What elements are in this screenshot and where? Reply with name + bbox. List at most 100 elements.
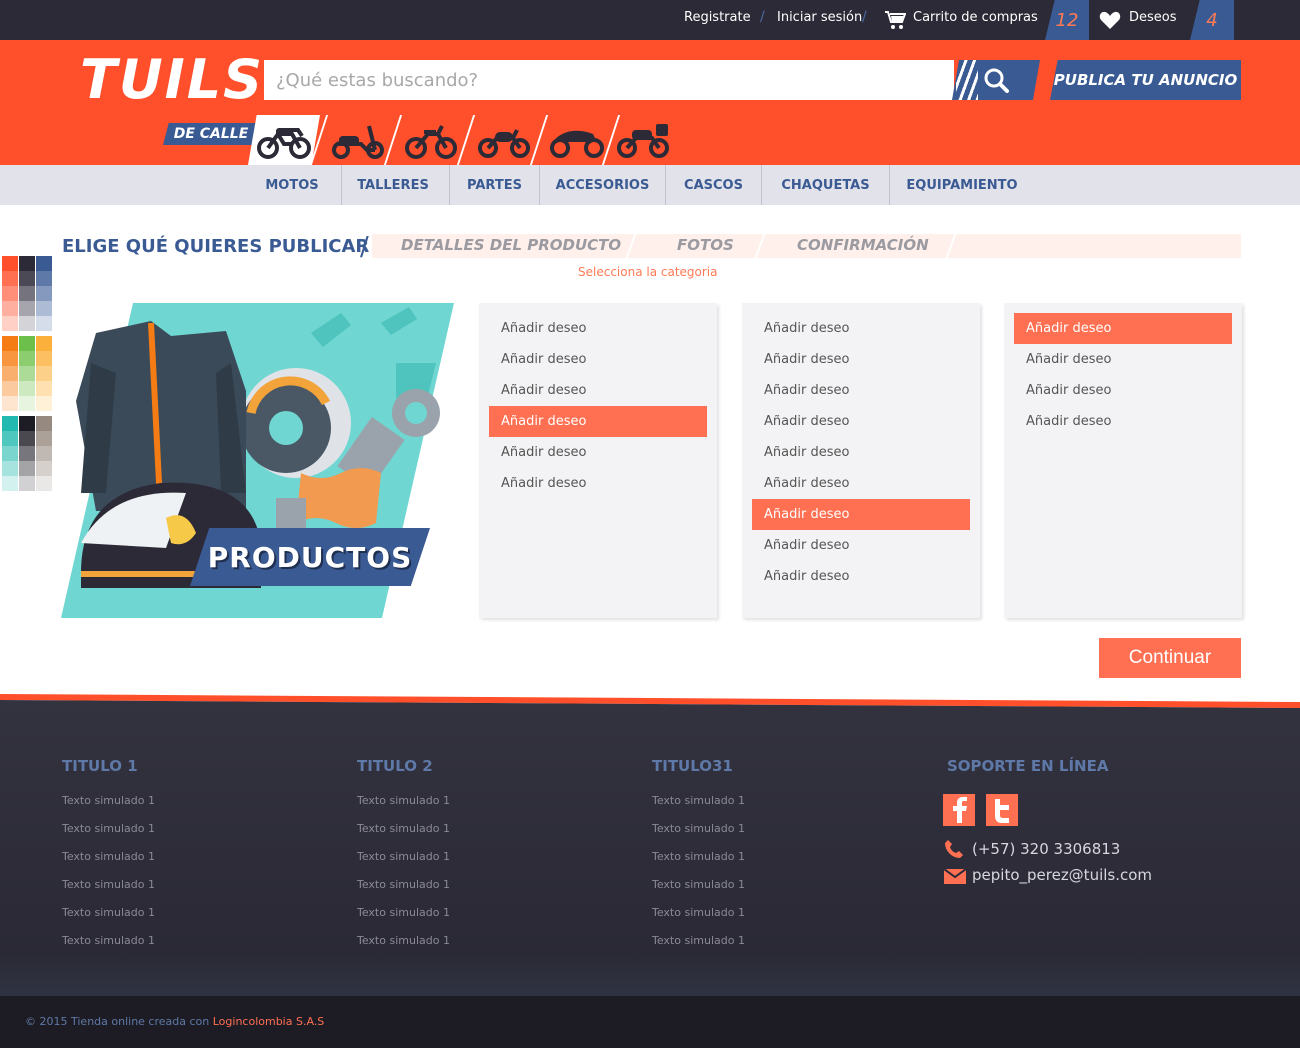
footer-link[interactable]: Texto simulado 1 bbox=[652, 878, 745, 891]
list-item[interactable]: Añadir deseo bbox=[752, 406, 970, 437]
step-product-details: DETALLES DEL PRODUCTO bbox=[401, 236, 622, 254]
list-item[interactable]: Añadir deseo bbox=[752, 313, 970, 344]
footer-link[interactable]: Texto simulado 1 bbox=[652, 906, 745, 919]
swatch bbox=[19, 336, 35, 351]
top-separator: / bbox=[862, 9, 867, 25]
facebook-icon[interactable] bbox=[943, 794, 975, 826]
footer-link[interactable]: Texto simulado 1 bbox=[62, 822, 155, 835]
footer-link[interactable]: Texto simulado 1 bbox=[62, 906, 155, 919]
swatch bbox=[36, 381, 52, 396]
step-hint: Selecciona la categoria bbox=[578, 265, 718, 279]
swatch bbox=[2, 316, 18, 331]
list-item[interactable]: Añadir deseo bbox=[489, 468, 707, 499]
step-confirmation: CONFIRMACIÓN bbox=[797, 236, 929, 254]
swatch bbox=[36, 316, 52, 331]
footer-link[interactable]: Texto simulado 1 bbox=[62, 850, 155, 863]
swatch bbox=[2, 301, 18, 316]
dirt-bike-icon[interactable] bbox=[395, 115, 467, 165]
swatch bbox=[2, 351, 18, 366]
swatch bbox=[19, 286, 35, 301]
list-item-selected[interactable]: Añadir deseo bbox=[489, 406, 707, 437]
list-item[interactable]: Añadir deseo bbox=[752, 344, 970, 375]
swatch bbox=[19, 271, 35, 286]
swatch bbox=[2, 366, 18, 381]
swatch bbox=[19, 446, 35, 461]
step-current: ELIGE QUÉ QUIERES PUBLICAR bbox=[62, 236, 370, 257]
list-item[interactable]: Añadir deseo bbox=[489, 437, 707, 468]
swatch bbox=[19, 381, 35, 396]
swatch bbox=[36, 336, 52, 351]
street-motorcycle-icon[interactable] bbox=[248, 115, 320, 165]
list-item-selected[interactable]: Añadir deseo bbox=[752, 499, 970, 530]
main-nav: MOTOS TALLERES PARTES ACCESORIOS CASCOS … bbox=[0, 165, 1300, 205]
list-item[interactable]: Añadir deseo bbox=[752, 437, 970, 468]
footer-link[interactable]: Texto simulado 1 bbox=[652, 934, 745, 947]
swatch bbox=[36, 286, 52, 301]
footer-link[interactable]: Texto simulado 1 bbox=[62, 934, 155, 947]
list-item[interactable]: Añadir deseo bbox=[752, 468, 970, 499]
list-item[interactable]: Añadir deseo bbox=[489, 344, 707, 375]
list-item[interactable]: Añadir deseo bbox=[489, 375, 707, 406]
touring-bike-icon[interactable] bbox=[608, 115, 680, 165]
wishlist-link[interactable]: Deseos bbox=[1129, 10, 1177, 25]
swatch bbox=[19, 351, 35, 366]
publish-ad-button[interactable]: PUBLICA TU ANUNCIO bbox=[1050, 60, 1241, 100]
copyright-link[interactable]: Logincolombia S.A.S bbox=[213, 1015, 325, 1028]
nav-cascos[interactable]: CASCOS bbox=[666, 165, 761, 205]
copyright-text: © 2015 Tienda online creada con bbox=[25, 1015, 213, 1028]
nav-partes[interactable]: PARTES bbox=[450, 165, 539, 205]
cart-link[interactable]: Carrito de compras bbox=[913, 10, 1038, 25]
heart-icon[interactable] bbox=[1099, 11, 1121, 34]
footer-link[interactable]: Texto simulado 1 bbox=[357, 906, 450, 919]
sport-bike-icon[interactable] bbox=[541, 115, 613, 165]
site-logo[interactable]: TUILS bbox=[80, 48, 264, 111]
footer-link[interactable]: Texto simulado 1 bbox=[357, 794, 450, 807]
list-item[interactable]: Añadir deseo bbox=[752, 375, 970, 406]
products-banner[interactable]: PRODUCTOS bbox=[190, 528, 430, 586]
footer-link[interactable]: Texto simulado 1 bbox=[652, 822, 745, 835]
swatch bbox=[2, 416, 18, 431]
continue-button[interactable]: Continuar bbox=[1099, 638, 1241, 678]
register-link[interactable]: Registrate bbox=[684, 10, 751, 25]
swatch bbox=[19, 416, 35, 431]
list-item[interactable]: Añadir deseo bbox=[752, 530, 970, 561]
list-item[interactable]: Añadir deseo bbox=[1014, 406, 1232, 437]
nav-chaquetas[interactable]: CHAQUETAS bbox=[762, 165, 889, 205]
swatch bbox=[2, 446, 18, 461]
search-button[interactable] bbox=[952, 60, 1040, 100]
footer-link[interactable]: Texto simulado 1 bbox=[652, 794, 745, 807]
list-item[interactable]: Añadir deseo bbox=[1014, 344, 1232, 375]
cruiser-icon[interactable] bbox=[468, 115, 540, 165]
nav-accesorios[interactable]: ACCESORIOS bbox=[540, 165, 665, 205]
swatch bbox=[2, 381, 18, 396]
swatch bbox=[36, 416, 52, 431]
support-email[interactable]: pepito_perez@tuils.com bbox=[972, 866, 1152, 884]
footer-link[interactable]: Texto simulado 1 bbox=[62, 794, 155, 807]
scooter-icon[interactable] bbox=[322, 115, 394, 165]
login-link[interactable]: Iniciar sesión bbox=[777, 10, 862, 25]
nav-equipamiento[interactable]: EQUIPAMIENTO bbox=[890, 165, 1034, 205]
nav-motos[interactable]: MOTOS bbox=[242, 165, 342, 205]
list-item[interactable]: Añadir deseo bbox=[752, 561, 970, 592]
swatch bbox=[36, 301, 52, 316]
phone-icon bbox=[944, 839, 964, 863]
cart-count-badge[interactable]: 12 bbox=[1045, 0, 1089, 40]
list-item[interactable]: Añadir deseo bbox=[1014, 375, 1232, 406]
swatch bbox=[36, 461, 52, 476]
list-item-selected[interactable]: Añadir deseo bbox=[1014, 313, 1232, 344]
search-input[interactable] bbox=[264, 60, 954, 100]
cart-icon[interactable] bbox=[884, 10, 907, 34]
category-list-1: Añadir deseo Añadir deseo Añadir deseo A… bbox=[479, 303, 717, 618]
footer-link[interactable]: Texto simulado 1 bbox=[652, 850, 745, 863]
nav-talleres[interactable]: TALLERES bbox=[342, 165, 444, 205]
wishlist-count-badge[interactable]: 4 bbox=[1190, 0, 1234, 40]
twitter-icon[interactable] bbox=[986, 794, 1018, 826]
support-phone[interactable]: (+57) 320 3306813 bbox=[972, 840, 1120, 858]
list-item[interactable]: Añadir deseo bbox=[489, 313, 707, 344]
footer-link[interactable]: Texto simulado 1 bbox=[357, 878, 450, 891]
footer-link[interactable]: Texto simulado 1 bbox=[62, 878, 155, 891]
footer-link[interactable]: Texto simulado 1 bbox=[357, 934, 450, 947]
footer-link[interactable]: Texto simulado 1 bbox=[357, 822, 450, 835]
swatch bbox=[36, 476, 52, 491]
footer-link[interactable]: Texto simulado 1 bbox=[357, 850, 450, 863]
